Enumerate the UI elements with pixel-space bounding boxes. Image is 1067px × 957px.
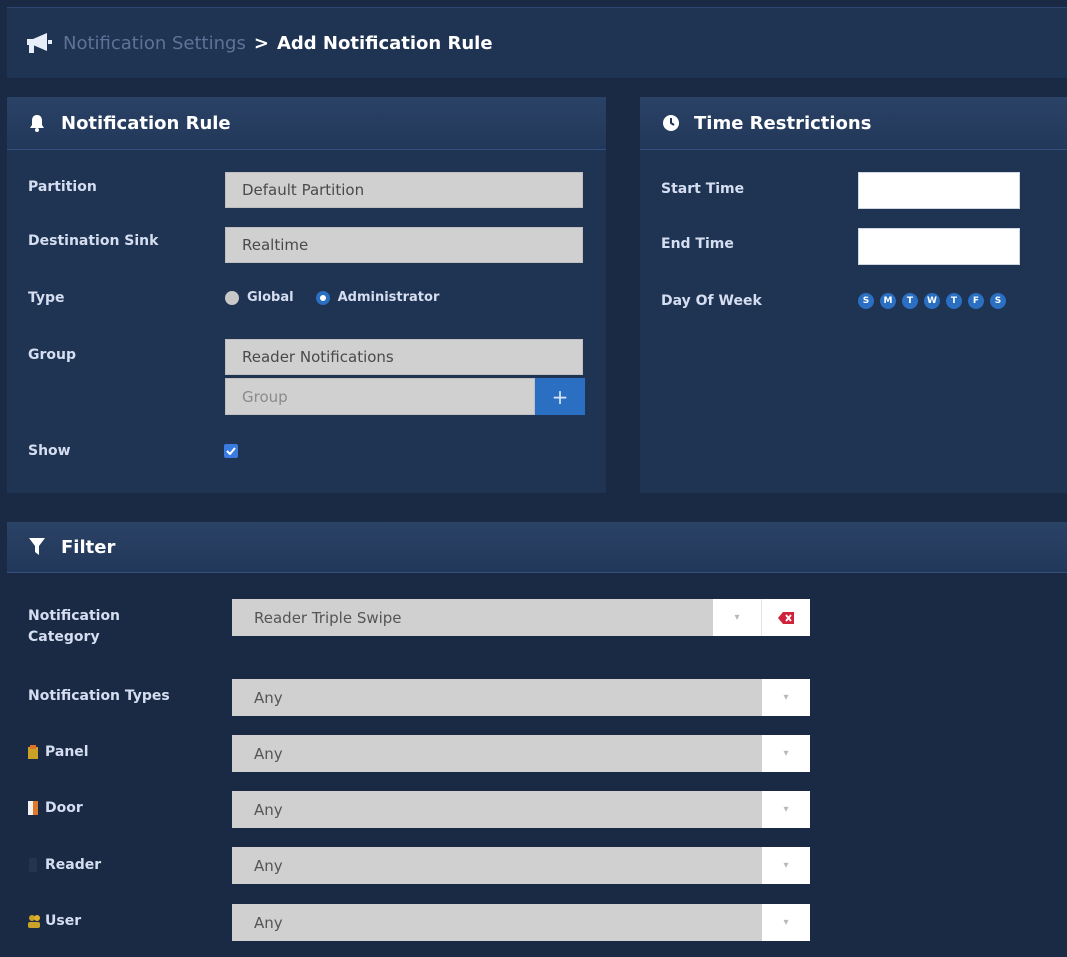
- user-label: User: [28, 913, 81, 929]
- chevron-down-icon[interactable]: ▾: [762, 735, 810, 772]
- filter-panel: Filter Notification Category Reader Trip…: [7, 522, 1067, 957]
- type-radio-administrator[interactable]: Administrator: [315, 290, 440, 305]
- show-checkbox[interactable]: [224, 444, 238, 458]
- day-toggle-friday[interactable]: F: [968, 293, 984, 309]
- panel-value: Any: [232, 735, 762, 772]
- chevron-down-icon[interactable]: ▾: [762, 791, 810, 828]
- chevron-down-icon[interactable]: ▾: [762, 847, 810, 884]
- clock-icon: [662, 114, 684, 132]
- breadcrumb-bar: Notification Settings > Add Notification…: [7, 7, 1067, 78]
- breadcrumb-separator: >: [253, 32, 269, 54]
- reader-label-text: Reader: [45, 857, 102, 873]
- notification-category-value: Reader Triple Swipe: [232, 599, 713, 636]
- type-radio-group: Global Administrator: [225, 290, 461, 305]
- day-toggle-thursday[interactable]: T: [946, 293, 962, 309]
- user-icon: [28, 914, 40, 928]
- day-toggle-tuesday[interactable]: T: [902, 293, 918, 309]
- user-label-text: User: [45, 913, 82, 929]
- door-select[interactable]: Any ▾: [232, 791, 810, 828]
- end-time-label: End Time: [661, 236, 734, 252]
- day-toggle-sunday[interactable]: S: [858, 293, 874, 309]
- filter-title: Filter: [61, 536, 116, 558]
- panel-icon: [28, 745, 38, 759]
- notification-types-value: Any: [232, 679, 762, 716]
- panel-label: Panel: [28, 744, 89, 760]
- time-restrictions-panel: Time Restrictions Start Time End Time Da…: [640, 97, 1067, 493]
- group-input[interactable]: Group: [225, 378, 535, 415]
- door-value: Any: [232, 791, 762, 828]
- notification-rule-title: Notification Rule: [61, 112, 231, 134]
- type-radio-global-label: Global: [247, 290, 294, 305]
- add-group-button[interactable]: +: [535, 378, 585, 415]
- notification-rule-header: Notification Rule: [7, 97, 606, 150]
- reader-select[interactable]: Any ▾: [232, 847, 810, 884]
- notification-rule-panel: Notification Rule Partition Default Part…: [7, 97, 606, 493]
- day-of-week-label: Day Of Week: [661, 293, 762, 309]
- user-value: Any: [232, 904, 762, 941]
- destination-sink-label: Destination Sink: [28, 233, 159, 249]
- start-time-label: Start Time: [661, 181, 745, 197]
- time-restrictions-header: Time Restrictions: [640, 97, 1067, 150]
- panel-label-text: Panel: [45, 744, 89, 760]
- page-title: Add Notification Rule: [276, 32, 493, 54]
- time-restrictions-title: Time Restrictions: [694, 112, 872, 134]
- door-label: Door: [28, 800, 83, 816]
- start-time-input[interactable]: [858, 172, 1020, 209]
- user-select[interactable]: Any ▾: [232, 904, 810, 941]
- type-radio-administrator-label: Administrator: [337, 290, 440, 305]
- notification-types-select[interactable]: Any ▾: [232, 679, 810, 716]
- door-label-text: Door: [45, 800, 83, 816]
- notification-category-select[interactable]: Reader Triple Swipe ▾: [232, 599, 810, 636]
- filter-header: Filter: [7, 522, 1067, 573]
- chevron-down-icon[interactable]: ▾: [762, 904, 810, 941]
- reader-value: Any: [232, 847, 762, 884]
- group-label: Group: [28, 347, 77, 363]
- clear-icon[interactable]: [761, 599, 810, 636]
- notification-category-label-line2: Category: [28, 629, 100, 645]
- bell-icon: [29, 114, 51, 132]
- destination-sink-field[interactable]: Realtime: [225, 227, 583, 263]
- notification-category-label-line1: Notification: [28, 608, 121, 624]
- notification-types-label: Notification Types: [28, 688, 170, 704]
- type-radio-global[interactable]: Global: [225, 290, 294, 305]
- group-select[interactable]: Reader Notifications: [225, 339, 583, 375]
- radio-unselected-icon: [225, 290, 239, 305]
- notification-category-label: Notification Category: [28, 606, 120, 648]
- day-of-week-toggles: S M T W T F S: [858, 293, 1012, 309]
- reader-label: Reader: [28, 857, 101, 873]
- checkmark-icon: [226, 447, 236, 455]
- partition-field[interactable]: Default Partition: [225, 172, 583, 208]
- radio-selected-icon: [315, 290, 330, 305]
- notification-types-label-text: Notification Types: [28, 688, 170, 704]
- megaphone-icon: [25, 30, 55, 56]
- reader-icon: [28, 858, 38, 872]
- funnel-icon: [29, 538, 51, 556]
- breadcrumb-parent-link[interactable]: Notification Settings: [63, 33, 246, 54]
- partition-label: Partition: [28, 179, 97, 195]
- chevron-down-icon[interactable]: ▾: [713, 599, 761, 636]
- type-label: Type: [28, 290, 65, 306]
- show-label: Show: [28, 443, 71, 459]
- door-icon: [28, 801, 38, 815]
- day-toggle-saturday[interactable]: S: [990, 293, 1006, 309]
- end-time-input[interactable]: [858, 228, 1020, 265]
- panel-select[interactable]: Any ▾: [232, 735, 810, 772]
- day-toggle-monday[interactable]: M: [880, 293, 896, 309]
- chevron-down-icon[interactable]: ▾: [762, 679, 810, 716]
- day-toggle-wednesday[interactable]: W: [924, 293, 940, 309]
